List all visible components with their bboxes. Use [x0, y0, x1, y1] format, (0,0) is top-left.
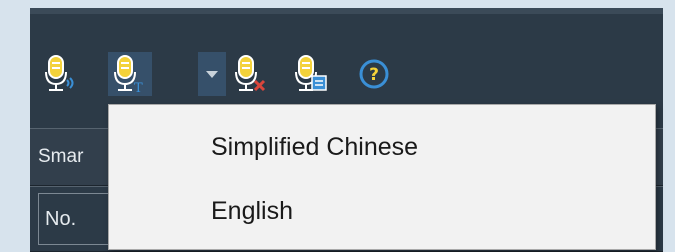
menu-item-english[interactable]: English: [109, 183, 655, 239]
toolbar: T ?: [30, 46, 663, 104]
help-icon: ?: [359, 59, 389, 89]
menu-item-simplified-chinese[interactable]: Simplified Chinese: [109, 119, 655, 175]
title-bar-edge: [30, 8, 663, 14]
help-glyph: ?: [369, 65, 379, 85]
delete-voice-button[interactable]: [228, 52, 272, 96]
speech-to-text-button[interactable]: T: [108, 52, 152, 96]
mic-delete-icon: [235, 55, 266, 92]
voice-input-button[interactable]: [38, 52, 82, 96]
mic-voice-icon: [45, 55, 74, 91]
mic-text-icon: T: [114, 55, 143, 94]
dropdown-arrow-icon: [206, 70, 218, 78]
mic-settings-icon: [295, 55, 327, 91]
voice-settings-button[interactable]: [288, 52, 332, 96]
language-menu: Simplified Chinese English: [108, 104, 656, 250]
text-badge: T: [134, 81, 143, 94]
smart-label: Smar: [38, 146, 84, 167]
language-dropdown-button[interactable]: [198, 52, 226, 96]
help-button[interactable]: ?: [352, 52, 396, 96]
column-header-no-label: No.: [45, 208, 77, 230]
